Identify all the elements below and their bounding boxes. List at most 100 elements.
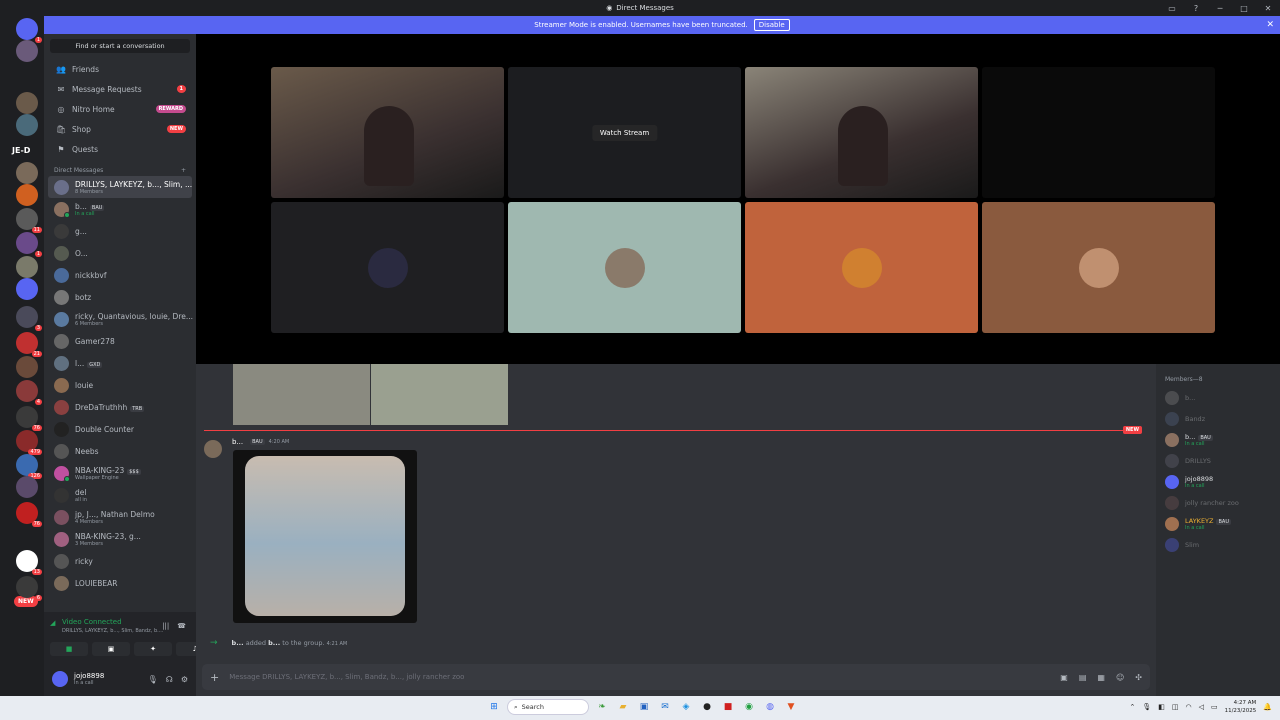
- dm-item[interactable]: jp, J..., Nathan Delmo 4 Members: [44, 506, 196, 528]
- server-icon[interactable]: [16, 92, 38, 114]
- headphones-icon[interactable]: ☊: [166, 675, 173, 684]
- discord-taskbar-icon[interactable]: ◍: [762, 699, 778, 715]
- server-icon[interactable]: 4: [16, 380, 42, 405]
- dm-item[interactable]: b... BAU In a call: [44, 198, 196, 220]
- server-icon[interactable]: [16, 476, 38, 498]
- server-icon[interactable]: 13: [16, 550, 42, 575]
- message-author[interactable]: b...: [232, 438, 243, 446]
- microphone-tray-icon[interactable]: 🎙: [1142, 703, 1151, 711]
- settings-gear-icon[interactable]: ⚙: [181, 675, 188, 684]
- dm-item[interactable]: g...: [44, 220, 196, 242]
- taskbar-clock[interactable]: 4:27 AM 11/23/2025: [1225, 699, 1257, 715]
- server-jed[interactable]: JE-D: [12, 146, 30, 155]
- participant-tile[interactable]: [982, 67, 1215, 198]
- camera-button[interactable]: ■: [50, 642, 88, 656]
- participant-tile[interactable]: [982, 202, 1215, 333]
- app-tray-icon[interactable]: ◫: [1172, 703, 1179, 711]
- microphone-icon[interactable]: 🎙: [148, 675, 158, 684]
- dm-item[interactable]: DRILLYS, LAYKEYZ, b..., Slim, ... 8 Membe…: [48, 176, 192, 198]
- image-attachment[interactable]: [233, 364, 370, 425]
- member-item[interactable]: DRILLYS: [1156, 450, 1280, 471]
- dm-item[interactable]: nickkbvf: [44, 264, 196, 286]
- disable-streamer-mode-button[interactable]: Disable: [753, 19, 790, 31]
- file-explorer-icon[interactable]: ▰: [615, 699, 631, 715]
- dm-item[interactable]: ricky, Quantavious, louie, Dre... 6 Membe…: [44, 308, 196, 330]
- server-icon[interactable]: [16, 356, 38, 378]
- server-icon[interactable]: [16, 40, 38, 62]
- app-tray-icon[interactable]: ◧: [1158, 703, 1165, 711]
- dm-item[interactable]: Neebs: [44, 440, 196, 462]
- server-icon[interactable]: 11: [16, 208, 42, 233]
- message-input[interactable]: [229, 673, 1010, 681]
- image-attachment[interactable]: [371, 364, 508, 425]
- server-icon[interactable]: 1: [16, 232, 42, 257]
- participant-tile[interactable]: [745, 202, 978, 333]
- server-icon[interactable]: 76: [16, 502, 42, 527]
- gift-icon[interactable]: ▣: [1060, 673, 1068, 682]
- sidebar-item-quests[interactable]: ⚑ Quests: [44, 139, 196, 159]
- member-item[interactable]: jojo8898 In a call: [1156, 471, 1280, 492]
- dm-item[interactable]: ricky: [44, 550, 196, 572]
- gif-icon[interactable]: ▤: [1079, 673, 1087, 682]
- windows-start-icon[interactable]: ⊞: [486, 699, 502, 715]
- activities-button[interactable]: ✦: [134, 642, 172, 656]
- brave-icon[interactable]: ▼: [783, 699, 799, 715]
- server-icon[interactable]: 126: [16, 454, 42, 479]
- help-icon[interactable]: ?: [1184, 0, 1208, 16]
- member-item[interactable]: Bandz: [1156, 408, 1280, 429]
- inbox-icon[interactable]: ▭: [1160, 0, 1184, 16]
- participant-tile[interactable]: Watch Stream: [508, 67, 741, 198]
- participant-tile[interactable]: [271, 67, 504, 198]
- dm-item[interactable]: DreDaTruthhh TRB: [44, 396, 196, 418]
- server-icon[interactable]: [16, 278, 38, 300]
- store-icon[interactable]: ▣: [636, 699, 652, 715]
- sticker-icon[interactable]: ▦: [1097, 673, 1105, 682]
- app-icon[interactable]: ■: [720, 699, 736, 715]
- image-attachment[interactable]: [233, 450, 417, 623]
- server-icon[interactable]: 479: [16, 430, 42, 455]
- dm-item[interactable]: Gamer278: [44, 330, 196, 352]
- volume-icon[interactable]: ◁: [1199, 703, 1204, 711]
- banner-close-icon[interactable]: ✕: [1266, 20, 1274, 30]
- dm-item[interactable]: NBA-KING-23, g... 3 Members: [44, 528, 196, 550]
- participant-tile[interactable]: [271, 202, 504, 333]
- member-item[interactable]: b...: [1156, 387, 1280, 408]
- avatar[interactable]: [204, 440, 222, 458]
- dm-item[interactable]: del all in: [44, 484, 196, 506]
- app-icon[interactable]: ●: [699, 699, 715, 715]
- dm-item[interactable]: NBA-KING-23 $$$ Wallpaper Engine: [44, 462, 196, 484]
- notification-icon[interactable]: 🔔: [1263, 703, 1272, 711]
- dm-item[interactable]: l... GXD: [44, 352, 196, 374]
- server-icon[interactable]: 6: [16, 576, 42, 601]
- close-button[interactable]: ✕: [1256, 0, 1280, 16]
- dm-item[interactable]: botz: [44, 286, 196, 308]
- sidebar-item-shop[interactable]: 🛍 Shop NEW: [44, 119, 196, 139]
- member-item[interactable]: jolly rancher zoo: [1156, 492, 1280, 513]
- chevron-up-icon[interactable]: ⌃: [1129, 703, 1135, 711]
- maximize-button[interactable]: □: [1232, 0, 1256, 16]
- minimize-button[interactable]: ─: [1208, 0, 1232, 16]
- create-dm-icon[interactable]: +: [181, 167, 186, 174]
- disconnect-icon[interactable]: ☎: [177, 622, 186, 630]
- screen-share-button[interactable]: ▣: [92, 642, 130, 656]
- emoji-icon[interactable]: ☺: [1116, 673, 1124, 682]
- dm-item[interactable]: O...: [44, 242, 196, 264]
- avatar[interactable]: [52, 671, 68, 687]
- server-icon[interactable]: [16, 162, 38, 184]
- server-icon[interactable]: 21: [16, 332, 42, 357]
- chrome-icon[interactable]: ◉: [741, 699, 757, 715]
- server-icon[interactable]: [16, 256, 38, 278]
- watch-stream-button[interactable]: Watch Stream: [591, 124, 658, 141]
- server-icon[interactable]: 3: [16, 306, 42, 331]
- wifi-icon[interactable]: ◠: [1185, 703, 1191, 711]
- server-icon[interactable]: [16, 184, 38, 206]
- taskbar-search[interactable]: ⌕ Search: [507, 699, 589, 715]
- find-conversation-button[interactable]: Find or start a conversation: [50, 39, 190, 53]
- plus-icon[interactable]: +: [210, 671, 219, 684]
- sidebar-item-message-requests[interactable]: ✉ Message Requests 1: [44, 79, 196, 99]
- mail-app-icon[interactable]: ✉: [657, 699, 673, 715]
- server-icon[interactable]: 76: [16, 406, 42, 431]
- noise-suppression-icon[interactable]: |||: [162, 622, 169, 630]
- server-icon[interactable]: [16, 114, 38, 136]
- dm-item[interactable]: Double Counter: [44, 418, 196, 440]
